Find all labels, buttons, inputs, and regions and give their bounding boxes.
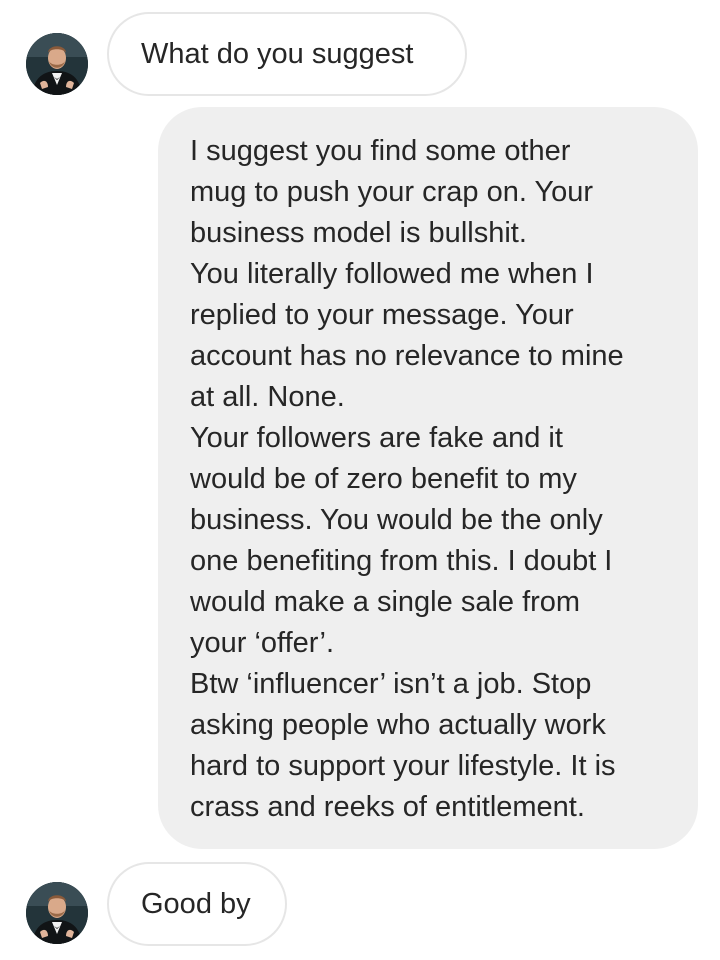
message-thread: What do you suggest I suggest you find s… — [0, 0, 720, 960]
received-message-bubble[interactable]: What do you suggest — [107, 12, 467, 96]
message-paragraph: Btw ‘influencer’ isn’t a job. Stop askin… — [190, 668, 616, 823]
profile-photo-icon — [26, 882, 88, 944]
sent-message-bubble[interactable]: I suggest you find some other mug to pus… — [158, 107, 698, 849]
sender-avatar[interactable] — [26, 882, 88, 944]
message-text: What do you suggest — [141, 38, 414, 70]
received-message-bubble[interactable]: Good by — [107, 862, 287, 946]
sender-avatar[interactable] — [26, 33, 88, 95]
message-paragraph: Your followers are fake and it would be … — [190, 422, 613, 659]
message-paragraph: I suggest you find some other mug to pus… — [190, 135, 594, 249]
profile-photo-icon — [26, 33, 88, 95]
message-text: Good by — [141, 888, 251, 920]
message-paragraph: You literally followed me when I replied… — [190, 258, 624, 413]
